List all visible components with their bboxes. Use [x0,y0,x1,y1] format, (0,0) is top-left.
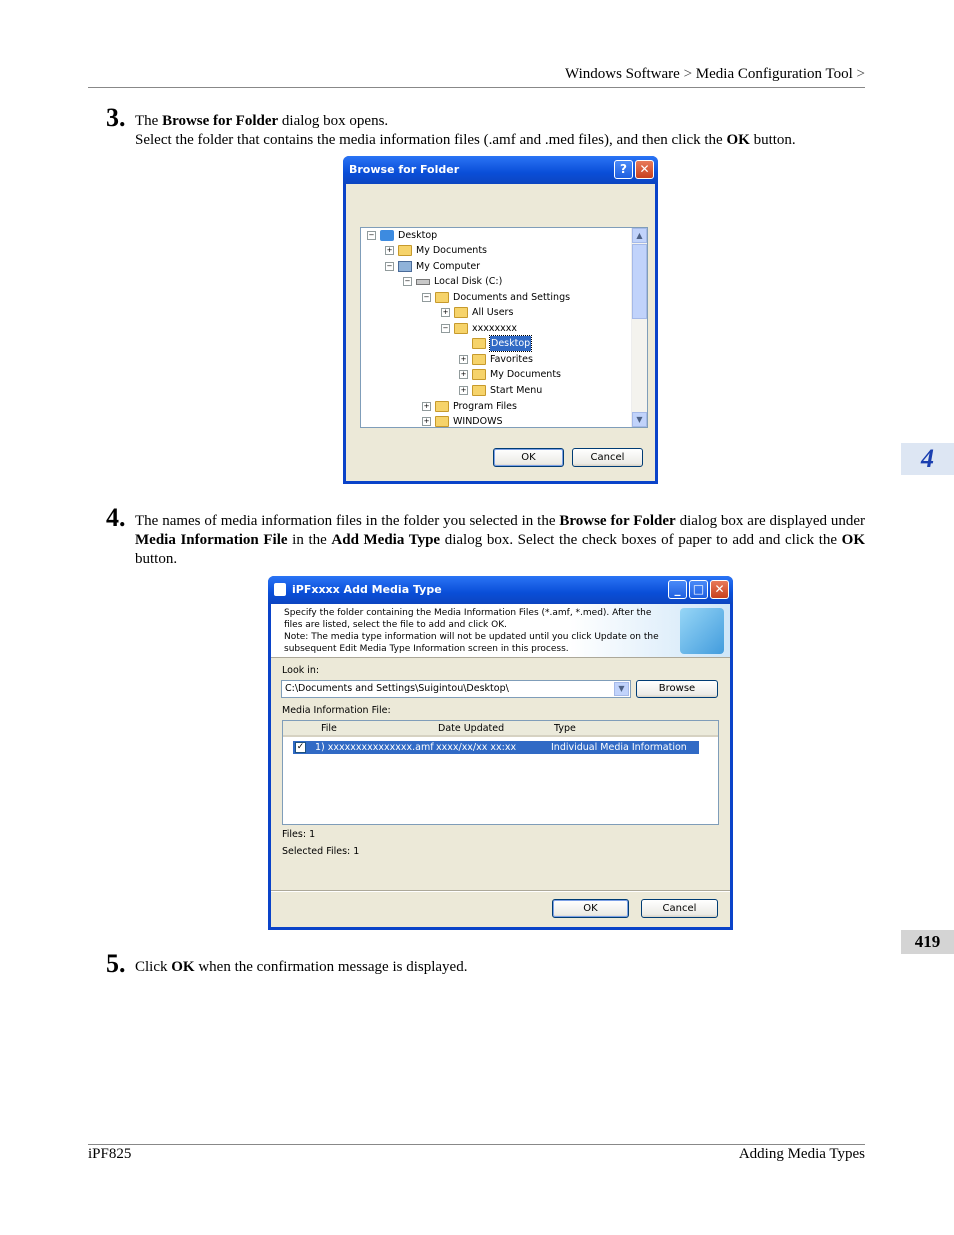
column-header-date-updated[interactable]: Date Updated [432,721,548,737]
step-4-number: 4. [106,503,126,532]
browse-ok-button[interactable]: OK [493,448,564,467]
browse-button[interactable]: Browse [636,680,718,698]
footer-section: Adding Media Types [738,1146,865,1162]
add-media-cancel-button[interactable]: Cancel [641,899,718,918]
add-media-ok-button[interactable]: OK [552,899,629,918]
add-media-type-dialog: iPFxxxx Add Media Type _ □ ✕ Specify the… [268,576,733,930]
tree-item-desktop[interactable]: − Desktop [367,228,437,243]
header-rule [88,87,865,88]
selected-files-count: Selected Files: 1 [282,846,360,857]
browse-for-folder-dialog: Browse for Folder ? ✕ − Desktop + My Docum… [343,156,658,484]
desktop-icon [380,230,394,241]
folder-icon [472,354,486,365]
tree-item-user-desktop[interactable]: Desktop [472,335,533,352]
media-info-file-label: Media Information File: [282,705,391,716]
app-icon [274,583,286,596]
chevron-down-icon[interactable]: ▼ [614,682,629,696]
help-button[interactable]: ? [614,160,633,179]
maximize-button[interactable]: □ [689,580,708,599]
minimize-button[interactable]: _ [668,580,687,599]
folder-icon [435,292,449,303]
tree-item-my-computer[interactable]: − My Computer [385,259,480,274]
tree-item-start-menu[interactable]: + Start Menu [459,383,542,398]
tree-item-local-disk[interactable]: − Local Disk (C:) [403,274,502,289]
folder-icon [454,307,468,318]
selected-folder: Desktop [488,335,533,352]
tree-item-windows[interactable]: + WINDOWS [422,414,503,427]
row-date: xxxx/xx/xx xx:xx [436,742,517,753]
tree-item-user[interactable]: − xxxxxxxx [441,321,517,336]
footer-rule [88,1144,865,1145]
look-in-dropdown[interactable]: C:\Documents and Settings\Suigintou\Desk… [281,680,631,698]
step-3-text: The Browse for Folder dialog box opens. … [135,113,796,148]
tree-item-all-users[interactable]: + All Users [441,305,513,320]
scroll-thumb[interactable] [632,244,647,319]
folder-icon [435,416,449,427]
page-number: 419 [901,930,954,954]
crumb-media-configuration-tool: Media Configuration Tool [695,66,853,82]
step-4-text: The names of media information files in … [135,513,865,567]
tree-item-documents-and-settings[interactable]: − Documents and Settings [422,290,570,305]
crumb-separator: > [856,66,865,82]
column-header-filler [700,721,718,737]
tree-item-my-documents[interactable]: + My Documents [385,243,487,258]
chapter-tab: 4 [901,443,954,475]
step-5-number: 5. [106,949,126,978]
tree-item-program-files[interactable]: + Program Files [422,399,517,414]
header-breadcrumb: Windows Software > Media Configuration T… [565,66,865,83]
tree-item-user-my-documents[interactable]: + My Documents [459,367,561,382]
media-file-list[interactable]: File Date Updated Type ✓ 1) xxxxxxxxxxxx… [282,720,719,825]
folder-icon [472,385,486,396]
disk-drive-icon [416,278,430,285]
crumb-separator: > [683,66,693,82]
scroll-down-icon[interactable]: ▼ [632,412,647,427]
info-banner: Specify the folder containing the Media … [271,604,730,658]
step-5-text: Click OK when the confirmation message i… [135,959,468,975]
folder-icon [454,323,468,334]
divider [271,890,730,892]
browse-dialog-title: Browse for Folder [349,163,460,176]
browse-dialog-titlebar: Browse for Folder ? ✕ [343,156,658,184]
scroll-up-icon[interactable]: ▲ [632,228,647,243]
row-file: 1) xxxxxxxxxxxxxxx.amf [315,742,434,753]
add-media-body: Specify the folder containing the Media … [271,604,730,927]
step-3-number: 3. [106,103,126,132]
folder-icon [398,245,412,256]
folder-icon [435,401,449,412]
media-graphic-icon [680,608,724,654]
folder-tree[interactable]: − Desktop + My Documents − My Computer − Loc… [360,227,648,428]
browse-dialog-body: − Desktop + My Documents − My Computer − Loc… [346,184,655,481]
table-row[interactable]: ✓ 1) xxxxxxxxxxxxxxx.amf xxxx/xx/xx xx:x… [293,741,699,766]
column-header-file[interactable]: File [283,721,432,737]
folder-icon [472,369,486,380]
look-in-label: Look in: [282,665,320,676]
close-button[interactable]: ✕ [635,160,654,179]
tree-scrollbar[interactable]: ▲ ▼ [631,228,647,427]
footer-model: iPF825 [88,1146,132,1162]
computer-icon [398,261,412,272]
crumb-windows-software: Windows Software [565,66,680,82]
tree-item-favorites[interactable]: + Favorites [459,352,533,367]
row-type: Individual Media Information File [551,742,687,766]
column-header-type[interactable]: Type [548,721,700,737]
add-media-titlebar: iPFxxxx Add Media Type _ □ ✕ [268,576,733,604]
file-checkbox[interactable]: ✓ [295,742,306,753]
add-media-title: iPFxxxx Add Media Type [292,583,442,596]
browse-cancel-button[interactable]: Cancel [572,448,643,467]
close-button[interactable]: ✕ [710,580,729,599]
files-count: Files: 1 [282,829,316,840]
folder-icon [472,338,486,349]
